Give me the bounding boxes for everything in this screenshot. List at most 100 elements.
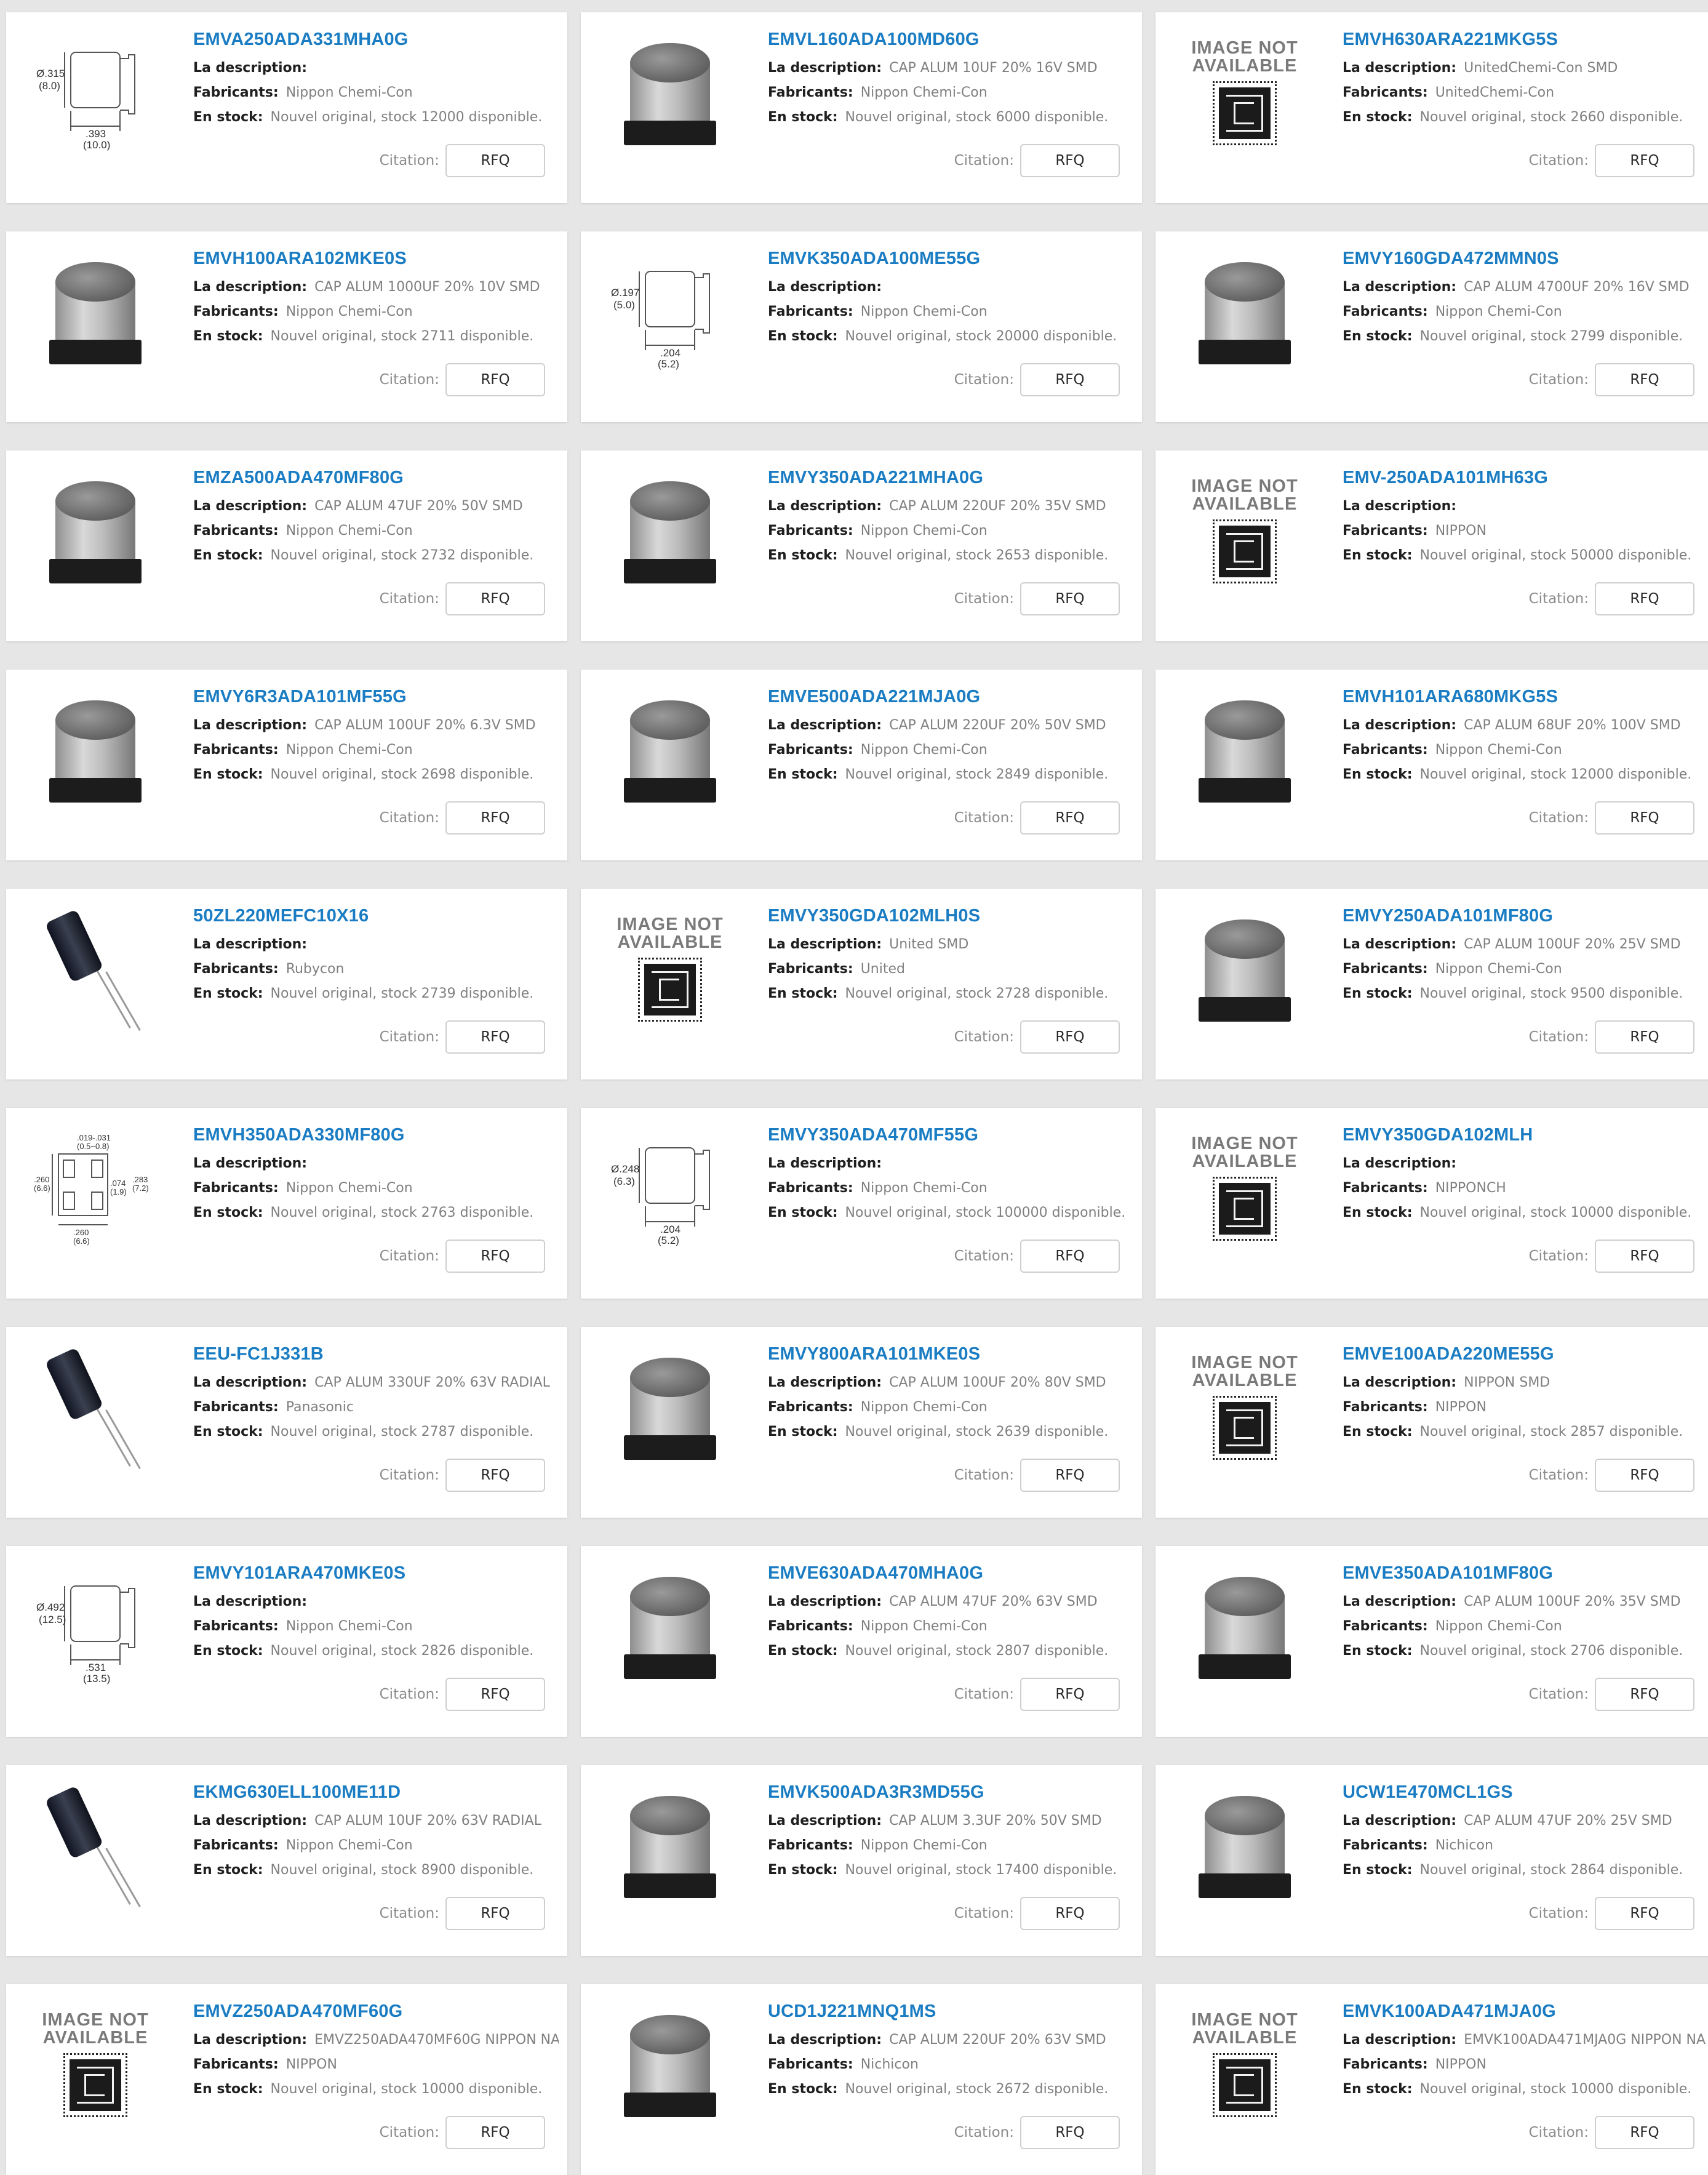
rfq-button[interactable]: RFQ [445,2116,545,2149]
part-number-link[interactable]: EMVY101ARA470MKE0S [193,1563,559,1584]
part-number-link[interactable]: 50ZL220MEFC10X16 [193,906,559,926]
part-number-link[interactable]: EMVH101ARA680MKG5S [1343,687,1708,707]
product-image[interactable]: IMAGE NOT AVAILABLE [1174,1126,1315,1249]
rfq-button[interactable]: RFQ [1020,363,1120,396]
product-image[interactable] [25,250,166,373]
description-label: La description: [768,1375,882,1390]
rfq-button[interactable]: RFQ [1595,1459,1694,1492]
product-image[interactable]: Ø.248 (6.3) .204 (5.2) [599,1126,741,1249]
part-number-link[interactable]: EMVE630ADA470MHA0G [768,1563,1133,1584]
rfq-button[interactable]: RFQ [1595,2116,1694,2149]
rfq-button[interactable]: RFQ [1020,1678,1120,1711]
part-number-link[interactable]: EMV-250ADA101MH63G [1343,468,1708,488]
rfq-button[interactable]: RFQ [445,801,545,835]
rfq-button[interactable]: RFQ [1595,1240,1694,1273]
rfq-button[interactable]: RFQ [445,1020,545,1054]
product-image[interactable] [599,1564,741,1688]
description-label: La description: [768,937,882,952]
product-image[interactable]: IMAGE NOT AVAILABLE [25,2003,166,2126]
part-number-link[interactable]: UCD1J221MNQ1MS [768,2001,1133,2022]
part-number-link[interactable]: EKMG630ELL100ME11D [193,1782,559,1803]
rfq-button[interactable]: RFQ [1020,1240,1120,1273]
part-number-link[interactable]: EMVH630ARA221MKG5S [1343,30,1708,50]
part-number-link[interactable]: EMVY350GDA102MLH [1343,1125,1708,1145]
rfq-button[interactable]: RFQ [1020,1459,1120,1492]
part-number-link[interactable]: EMVE350ADA101MF80G [1343,1563,1708,1584]
part-number-link[interactable]: EMVY350ADA470MF55G [768,1125,1133,1145]
part-number-link[interactable]: EMVZ250ADA470MF60G [193,2001,559,2022]
part-number-link[interactable]: EMVL160ADA100MD60G [768,30,1133,50]
part-number-link[interactable]: EMVK100ADA471MJA0G [1343,2001,1708,2022]
rfq-button[interactable]: RFQ [1020,1020,1120,1054]
rfq-button[interactable]: RFQ [1595,1897,1694,1930]
part-number-link[interactable]: EMVY250ADA101MF80G [1343,906,1708,926]
part-number-link[interactable]: EMVH100ARA102MKE0S [193,249,559,269]
part-number-link[interactable]: EMVA250ADA331MHA0G [193,30,559,50]
part-number-link[interactable]: EMVK350ADA100ME55G [768,249,1133,269]
rfq-button[interactable]: RFQ [445,1459,545,1492]
product-image[interactable]: IMAGE NOT AVAILABLE [1174,2003,1315,2126]
rfq-button[interactable]: RFQ [445,1240,545,1273]
rfq-button[interactable]: RFQ [1020,2116,1120,2149]
smd-capacitor-photo [624,1571,716,1681]
product-image[interactable]: .019-.031 (0.5~0.8) .260 (6.6) .074 (1.9) .283… [25,1126,166,1249]
rfq-button[interactable]: RFQ [445,144,545,177]
part-number-link[interactable]: EMVE500ADA221MJA0G [768,687,1133,707]
rfq-button[interactable]: RFQ [445,1897,545,1930]
product-image[interactable] [599,1784,741,1907]
image-not-available-line2: AVAILABLE [42,2028,148,2048]
part-number-link[interactable]: EMVY350GDA102MLH0S [768,906,1133,926]
rfq-button[interactable]: RFQ [445,363,545,396]
rfq-button[interactable]: RFQ [1595,582,1694,615]
rfq-button[interactable]: RFQ [1595,363,1694,396]
part-number-link[interactable]: EMVY6R3ADA101MF55G [193,687,559,707]
part-number-link[interactable]: EEU-FC1J331B [193,1344,559,1364]
product-image[interactable] [599,2003,741,2126]
rfq-button[interactable]: RFQ [1595,1020,1694,1054]
product-image[interactable]: Ø.197 (5.0) .204 (5.2) [599,250,741,373]
rfq-button[interactable]: RFQ [1020,582,1120,615]
product-image[interactable] [25,469,166,592]
product-image[interactable] [25,1784,166,1908]
part-number-link[interactable]: EMVY800ARA101MKE0S [768,1344,1133,1364]
image-not-available: IMAGE NOT AVAILABLE [1191,2011,1298,2117]
manufacturer-label: Fabricants: [1343,1838,1428,1853]
product-image[interactable] [25,1345,166,1470]
product-image[interactable]: IMAGE NOT AVAILABLE [1174,31,1315,154]
product-image[interactable]: IMAGE NOT AVAILABLE [1174,469,1315,592]
product-image[interactable]: Ø.315 (8.0) .393 (10.0) [25,31,166,154]
part-number-link[interactable]: EMZA500ADA470MF80G [193,468,559,488]
rfq-button[interactable]: RFQ [1595,1678,1694,1711]
manufacturer-value: Nippon Chemi-Con [285,1619,413,1634]
product-image[interactable]: IMAGE NOT AVAILABLE [1174,1345,1315,1468]
part-number-link[interactable]: EMVH350ADA330MF80G [193,1125,559,1145]
product-image[interactable] [25,688,166,811]
rfq-button[interactable]: RFQ [1020,144,1120,177]
product-image[interactable]: IMAGE NOT AVAILABLE [599,907,741,1030]
product-image[interactable] [599,1345,741,1468]
product-image[interactable] [1174,1564,1315,1688]
rfq-button[interactable]: RFQ [445,582,545,615]
product-image[interactable] [1174,250,1315,373]
part-number-link[interactable]: EMVY350ADA221MHA0G [768,468,1133,488]
dimension-label: .531 [86,1662,106,1673]
product-image[interactable] [599,469,741,592]
rfq-button[interactable]: RFQ [1020,1897,1120,1930]
product-image[interactable] [1174,688,1315,811]
rfq-button[interactable]: RFQ [1595,144,1694,177]
part-number-link[interactable]: UCW1E470MCL1GS [1343,1782,1708,1803]
product-image[interactable] [1174,907,1315,1030]
quote-area: Citation: RFQ [954,2116,1120,2149]
stock-label: En stock: [768,110,838,125]
product-image[interactable] [599,31,741,154]
product-image[interactable] [599,688,741,811]
part-number-link[interactable]: EMVK500ADA3R3MD55G [768,1782,1133,1803]
product-image[interactable] [25,907,166,1031]
product-image[interactable]: Ø.492 (12.5) .531 (13.5) [25,1564,166,1688]
rfq-button[interactable]: RFQ [1595,801,1694,835]
part-number-link[interactable]: EMVE100ADA220ME55G [1343,1344,1708,1364]
rfq-button[interactable]: RFQ [445,1678,545,1711]
rfq-button[interactable]: RFQ [1020,801,1120,835]
part-number-link[interactable]: EMVY160GDA472MMN0S [1343,249,1708,269]
product-image[interactable] [1174,1784,1315,1907]
